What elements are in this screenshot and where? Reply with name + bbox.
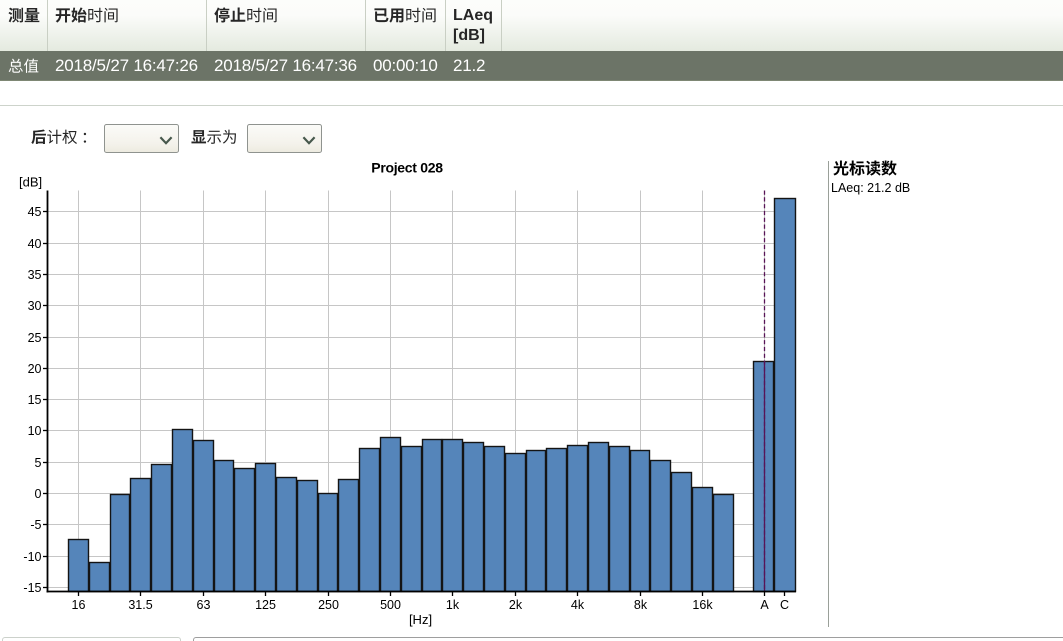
spectrum-bar-25[interactable] [109, 493, 131, 593]
x-tick-label: 16 [72, 598, 86, 612]
spectrum-bar-A[interactable] [752, 360, 775, 593]
spectrum-bar-2.5k[interactable] [525, 449, 547, 593]
chevron-down-icon [159, 136, 173, 145]
x-tick-label: C [780, 598, 789, 612]
x-tick-label: 500 [380, 598, 401, 612]
chevron-down-icon [302, 136, 316, 145]
column-header-measurement-label [8, 7, 40, 25]
spectrum-bar-160[interactable] [275, 476, 298, 593]
y-tick-label: 30 [28, 299, 42, 313]
column-header-start-time-label [55, 7, 119, 25]
spectrum-bar-1k[interactable] [441, 438, 464, 593]
chart-x-unit: [Hz] [409, 612, 432, 627]
spectrum-bar-10k[interactable] [649, 459, 672, 593]
x-tick-label: 250 [318, 598, 339, 612]
cell-stop-time: 2018/5/27 16:47:36 [214, 56, 357, 75]
x-tick-label: 2k [509, 598, 523, 612]
y-tick-label: -5 [30, 518, 41, 532]
y-tick-label: 0 [35, 487, 42, 501]
cursor-readout-panel: LAeq: 21.2 dB [831, 160, 911, 195]
y-tick-label: 20 [28, 362, 42, 376]
bottom-panel-edge-left [2, 637, 181, 641]
spectrum-bar-63[interactable] [192, 439, 215, 593]
spectrum-bar-630[interactable] [400, 445, 423, 593]
y-tick-label: 45 [28, 205, 42, 219]
column-header-elapsed-time [366, 0, 446, 51]
spectrum-bar-125[interactable] [254, 462, 277, 593]
column-header-stop-time-label [214, 7, 278, 25]
chart-y-unit: [dB] [19, 175, 42, 190]
y-tick-label: 10 [28, 424, 42, 438]
cell-elapsed-time: 00:00:10 [373, 56, 438, 75]
x-tick-label: 8k [634, 598, 648, 612]
x-tick-label: 63 [197, 598, 211, 612]
spectrum-bar-500[interactable] [379, 436, 402, 593]
spectrum-bar-20k[interactable] [712, 493, 735, 593]
spectrum-bar-12.5k[interactable] [670, 471, 693, 593]
spectrum-bar-1.6k[interactable] [483, 445, 506, 593]
display-as-select[interactable] [247, 123, 322, 153]
spectrum-bar-3.15k[interactable] [545, 447, 568, 593]
spectrum-bar-50[interactable] [171, 428, 194, 593]
x-tick-label: 4k [571, 598, 585, 612]
column-header-elapsed-time-label [373, 7, 437, 25]
y-tick-label: 35 [28, 268, 42, 282]
post-weighting-select[interactable] [104, 123, 179, 153]
y-tick-label: -10 [23, 550, 41, 564]
post-weighting-label [30, 129, 93, 148]
x-tick-label: 31.5 [128, 598, 152, 612]
results-table: LAeq [dB] 2018/5/27 16:47:26 2018/5/27 1… [0, 0, 1063, 81]
spectrum-bar-100[interactable] [233, 467, 256, 593]
column-header-laeq: LAeq [dB] [446, 0, 502, 51]
spectrum-bar-C[interactable] [773, 197, 797, 593]
y-tick-label: -15 [23, 581, 41, 595]
spectrum-bar-80[interactable] [213, 459, 235, 593]
spectrum-bar-200[interactable] [296, 479, 319, 593]
spectrum-chart: -15 -10 -5 0 5 10 15 20 25 30 35 40 45 16 31.5 63 125 250… [0, 155, 830, 638]
table-header-row: LAeq [dB] [0, 0, 1063, 51]
panel-divider [828, 161, 829, 627]
spectrum-bar-16k[interactable] [691, 486, 714, 593]
spectrum-bar-315[interactable] [337, 478, 360, 593]
panel-top-border [0, 105, 1063, 106]
cell-measurement [0, 56, 48, 76]
x-tick-label: 16k [692, 598, 713, 612]
bottom-panel-edge-right [193, 637, 1063, 641]
spectrum-bar-40[interactable] [150, 463, 173, 593]
x-tick-label: 125 [255, 598, 276, 612]
y-tick-label: 5 [35, 456, 42, 470]
y-tick-label: 15 [28, 393, 42, 407]
cell-start-time: 2018/5/27 16:47:26 [55, 56, 198, 75]
spectrum-bar-16[interactable] [67, 538, 90, 593]
x-tick-label: 1k [446, 598, 460, 612]
spectrum-bar-5k[interactable] [587, 441, 610, 593]
spectrum-bar-400[interactable] [358, 447, 381, 593]
spectrum-bar-2k[interactable] [504, 452, 527, 593]
column-header-spacer [502, 0, 1063, 51]
cursor-readout-title [832, 160, 911, 179]
spectrum-bar-20[interactable] [88, 561, 111, 593]
table-row-total[interactable]: 2018/5/27 16:47:26 2018/5/27 16:47:36 00… [0, 51, 1063, 81]
spectrum-bar-1.25k[interactable] [462, 441, 485, 593]
cursor-readout-title-text [832, 160, 897, 178]
spectrum-bar-800[interactable] [421, 438, 443, 593]
column-header-start-time [48, 0, 207, 51]
y-tick-label: 40 [28, 237, 42, 251]
column-header-measurement [0, 0, 48, 51]
y-tick-label: 25 [28, 331, 42, 345]
cursor-readout-value: LAeq: 21.2 dB [831, 180, 911, 195]
post-weighting-label-text [30, 129, 93, 146]
spectrum-bar-6.3k[interactable] [608, 445, 631, 593]
column-header-stop-time [207, 0, 366, 51]
display-as-label [191, 129, 238, 148]
spectrum-bar-8k[interactable] [629, 449, 651, 593]
spectrum-bar-250[interactable] [317, 492, 339, 593]
cell-measurement-label [8, 56, 39, 75]
spectrum-bar-4k[interactable] [566, 444, 589, 593]
chart-title: Project 028 [371, 160, 443, 176]
x-tick-label: A [760, 598, 769, 612]
spectrum-bar-31.5[interactable] [129, 477, 152, 593]
display-as-label-text [191, 129, 238, 146]
cell-laeq: 21.2 [453, 56, 486, 75]
